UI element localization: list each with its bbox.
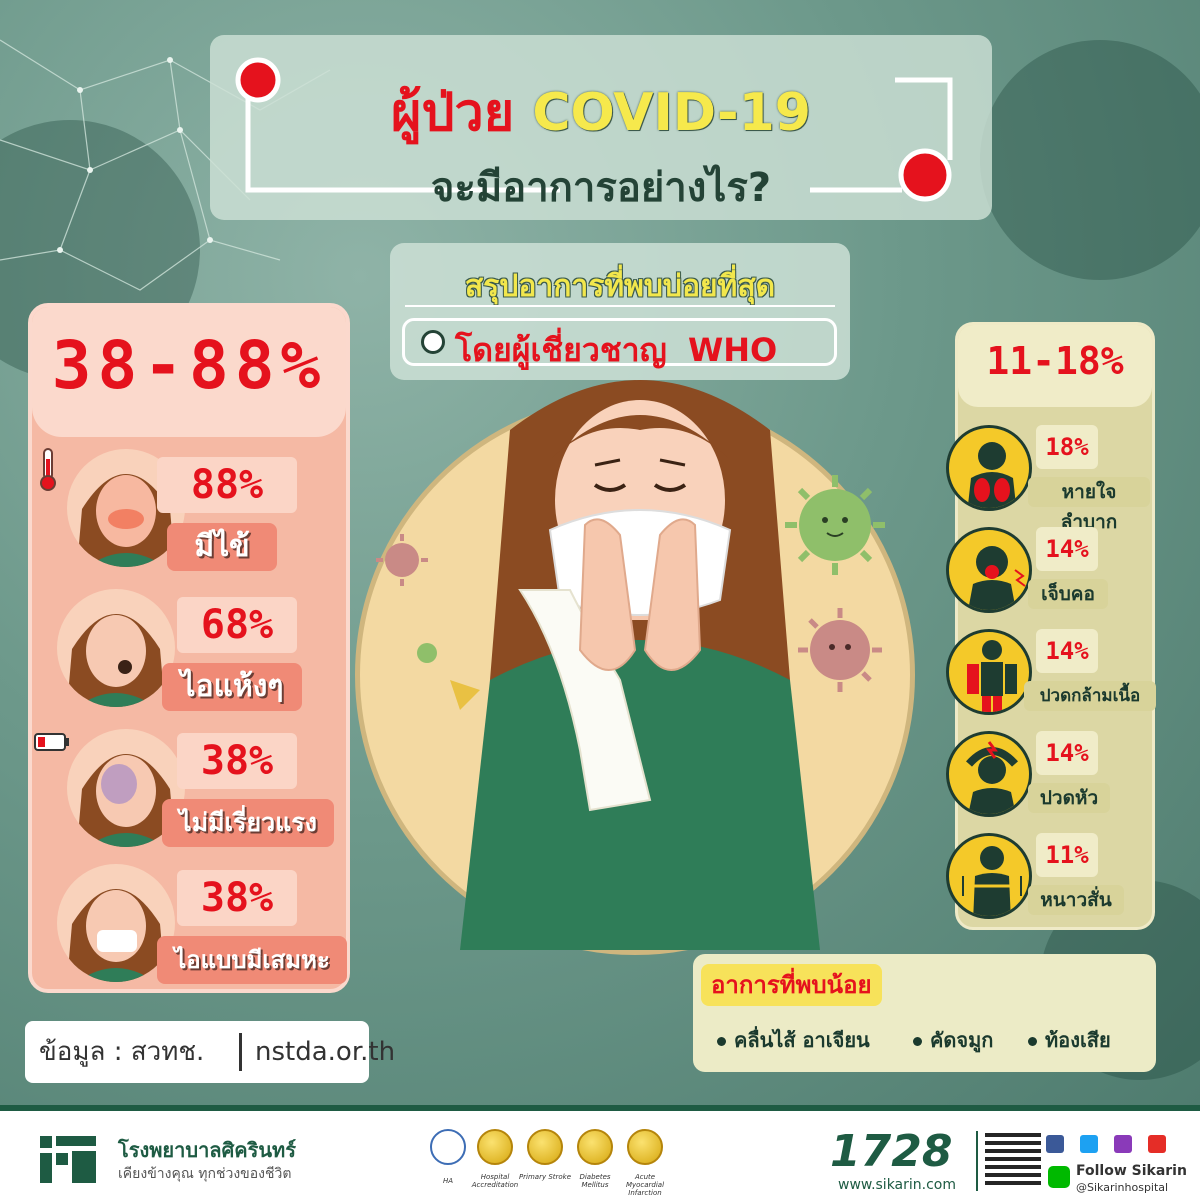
symptom-percent: 18%	[1036, 425, 1098, 469]
source-site: nstda.or.th	[255, 1037, 396, 1067]
symptom-percent: 14%	[1036, 731, 1098, 775]
qr-code-icon[interactable]	[985, 1129, 1041, 1185]
symptom-percent: 11%	[1036, 833, 1098, 877]
list-item: คัดจมูก	[913, 1024, 993, 1056]
symptom-label: ไม่มีเรี่ยวแรง	[162, 799, 334, 847]
virus-silhouette	[980, 40, 1200, 280]
hospital-tagline: เคียงข้างคุณ ทุกช่วงของชีวิต	[118, 1166, 292, 1182]
headache-icon	[946, 731, 1032, 817]
panel-header: 11-18%	[958, 325, 1152, 407]
award-badge-icon	[577, 1129, 613, 1165]
common-symptoms-panel: 38-88% 88% มีไข้ 68% ไอแห้งๆ 38% ไม่มีเร…	[28, 303, 350, 993]
bullet-icon	[717, 1037, 726, 1046]
virus-icon	[417, 643, 437, 663]
hospital-name: โรงพยาบาลศิครินทร์	[118, 1138, 296, 1162]
rare-symptoms-box: อาการที่พบน้อย คลื่นไส้ อาเจียน คัดจมูก …	[693, 954, 1156, 1072]
title-box: ผู้ป่วย COVID-19 จะมีอาการอย่างไร?	[210, 35, 992, 220]
symptom-percent: 88%	[157, 457, 297, 513]
symptom-item-chills: 11% หนาวสั่น	[946, 829, 1152, 921]
rare-symptoms-title: อาการที่พบน้อย	[701, 964, 882, 1006]
divider	[239, 1033, 242, 1071]
list-item-text: ท้องเสีย	[1045, 1028, 1111, 1052]
symptom-item-dry-cough: 68% ไอแห้งๆ	[42, 587, 342, 717]
website-link[interactable]: www.sikarin.com	[838, 1177, 956, 1193]
symptom-label: ปวดกล้ามเนื้อ	[1024, 681, 1156, 711]
symptom-percent: 38%	[177, 733, 297, 789]
instagram-icon[interactable]	[1114, 1135, 1132, 1153]
source-label: ข้อมูล : สวทช.	[39, 1037, 205, 1067]
footer: โรงพยาบาลศิครินทร์ เคียงข้างคุณ ทุกช่วงข…	[0, 1105, 1200, 1200]
symptom-label: ไอแบบมีเสมหะ	[157, 936, 347, 984]
symptom-label: หายใจลำบาก	[1028, 477, 1150, 533]
symptom-item-wet-cough: 38% ไอแบบมีเสมหะ	[42, 862, 347, 992]
lungs-icon	[946, 425, 1032, 511]
list-item-text: คัดจมูก	[930, 1028, 994, 1052]
hotline-number[interactable]: 1728	[830, 1126, 952, 1177]
divider	[976, 1131, 978, 1191]
percent-range: 11-18%	[986, 339, 1124, 383]
symptom-label: หนาวสั่น	[1028, 885, 1124, 915]
symptom-percent: 14%	[1036, 527, 1098, 571]
summary-title: สรุปอาการที่พบบ่อยที่สุด	[464, 269, 776, 304]
throat-icon	[946, 527, 1032, 613]
hospital-logo-icon	[40, 1136, 96, 1183]
ha-badge-icon	[430, 1129, 466, 1165]
award-badge-icon	[627, 1129, 663, 1165]
symptom-item-fever: 88% มีไข้	[40, 447, 342, 577]
award-badge-icon	[527, 1129, 563, 1165]
symptom-percent: 68%	[177, 597, 297, 653]
muscle-pain-icon	[946, 629, 1032, 715]
title-covid: COVID-19	[532, 83, 811, 143]
award-badge-icon	[477, 1129, 513, 1165]
symptom-label: มีไข้	[167, 523, 277, 571]
thermometer-icon	[40, 448, 56, 491]
virus-icon	[785, 475, 885, 575]
title-patient: ผู้ป่วย	[391, 83, 515, 143]
follow-text: Follow Sikarin	[1076, 1163, 1187, 1179]
panel-header: 38-88%	[32, 307, 346, 437]
symptom-label: เจ็บคอ	[1028, 579, 1108, 609]
symptom-label: ปวดหัว	[1028, 783, 1110, 813]
symptom-item-muscle-pain: 14% ปวดกล้ามเนื้อ	[946, 625, 1156, 717]
facebook-icon[interactable]	[1046, 1135, 1064, 1153]
list-item-text: คลื่นไส้ อาเจียน	[734, 1028, 870, 1052]
bullet-icon	[913, 1037, 922, 1046]
page-title: ผู้ป่วย COVID-19	[210, 83, 992, 143]
symptom-label: ไอแห้งๆ	[162, 663, 302, 711]
list-item: ท้องเสีย	[1028, 1024, 1111, 1056]
source-box: ข้อมูล : สวทช. nstda.or.th	[25, 1021, 395, 1083]
virus-icon	[376, 534, 428, 586]
symptom-percent: 14%	[1036, 629, 1098, 673]
chills-icon	[946, 833, 1032, 919]
less-frequent-symptoms-panel: 11-18% 18% หายใจลำบาก 14% เจ็บคอ 14% ปวด…	[946, 322, 1156, 930]
social-handle: @Sikarinhospital	[1076, 1181, 1169, 1194]
symptom-item-headache: 14% ปวดหัว	[946, 727, 1152, 819]
symptom-item-fatigue: 38% ไม่มีเรี่ยวแรง	[34, 727, 342, 857]
line-icon[interactable]	[1048, 1166, 1070, 1188]
symptom-item-breathing: 18% หายใจลำบาก	[946, 421, 1152, 533]
virus-icon	[798, 608, 882, 692]
divider	[405, 305, 835, 307]
youtube-icon[interactable]	[1148, 1135, 1166, 1153]
twitter-icon[interactable]	[1080, 1135, 1098, 1153]
low-battery-icon	[34, 733, 69, 751]
list-item: คลื่นไส้ อาเจียน	[717, 1024, 870, 1056]
badge-label: Acute Myocardial Infarction	[625, 1173, 665, 1197]
symptom-item-sore-throat: 14% เจ็บคอ	[946, 523, 1152, 615]
page-subtitle: จะมีอาการอย่างไร?	[430, 165, 772, 211]
bullet-icon	[1028, 1037, 1037, 1046]
avatar	[57, 589, 175, 707]
symptom-percent: 38%	[177, 870, 297, 926]
percent-range: 38-88%	[51, 327, 327, 404]
